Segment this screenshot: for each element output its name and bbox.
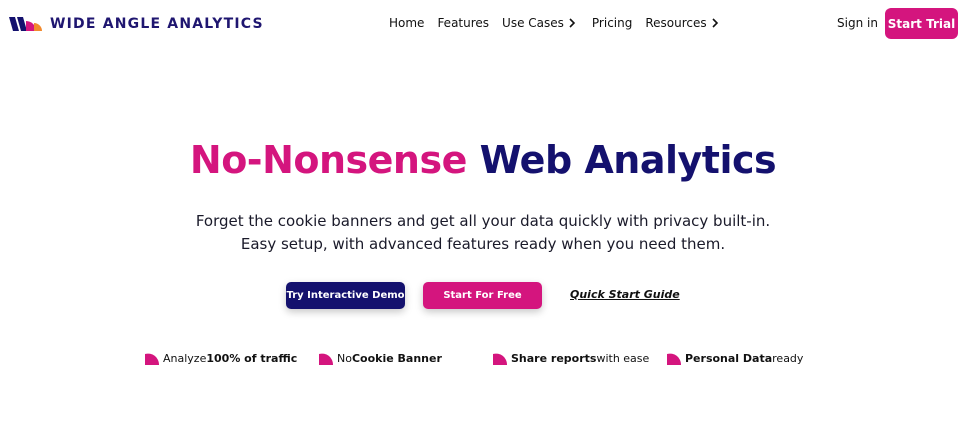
- feature-text-bold: 100% of traffic: [206, 351, 298, 365]
- feature-text-bold: Personal Data: [685, 351, 773, 365]
- hero-subtitle-line-1: Forget the cookie banners and get all yo…: [195, 212, 771, 230]
- feature-item-cookie-banner: No Cookie Banner: [319, 351, 442, 365]
- nav-item-label: Home: [389, 16, 425, 30]
- chevron-right-icon: [712, 18, 718, 28]
- nav-item-use-cases[interactable]: Use Cases: [502, 16, 576, 30]
- feature-text-bold: Cookie Banner: [351, 351, 442, 365]
- quarter-circle-icon: [667, 353, 681, 365]
- hero-subtitle-line-2: Easy setup, with advanced features ready…: [240, 235, 726, 253]
- feature-item-traffic: Analyze 100% of traffic: [145, 351, 297, 365]
- quarter-circle-icon: [319, 353, 333, 365]
- feature-item-share-reports: Share reports with ease: [493, 351, 649, 365]
- start-free-button[interactable]: Start For Free: [423, 282, 542, 309]
- logo-mark-icon: [9, 17, 42, 31]
- headline-navy-part: Web Analytics: [479, 138, 777, 182]
- top-nav: WIDE ANGLE ANALYTICS Home Features Use C…: [0, 0, 966, 46]
- brand-name: WIDE ANGLE ANALYTICS: [50, 16, 264, 32]
- feature-text-post: with ease: [596, 351, 650, 365]
- feature-text-pre: Analyze: [163, 351, 207, 365]
- feature-text-bold: Share reports: [511, 351, 597, 365]
- nav-item-label: Features: [437, 16, 490, 30]
- nav-item-label: Use Cases: [502, 16, 564, 30]
- chevron-right-icon: [569, 18, 576, 28]
- nav-item-label: Resources: [645, 16, 707, 30]
- feature-text-post: ready: [772, 351, 804, 365]
- try-demo-button[interactable]: Try Interactive Demo: [286, 282, 405, 309]
- nav-item-resources[interactable]: Resources: [645, 16, 718, 30]
- nav-item-pricing[interactable]: Pricing: [592, 16, 632, 30]
- nav-item-label: Pricing: [591, 16, 633, 30]
- feature-item-personal-data: Personal Data ready: [667, 351, 803, 365]
- nav-item-features[interactable]: Features: [437, 16, 489, 30]
- main-menu: Home Features Use Cases Pricing Resource…: [389, 16, 719, 30]
- hero-headline: No-Nonsense Web Analytics: [0, 138, 966, 182]
- sign-in-link[interactable]: Sign in: [837, 16, 878, 30]
- logo[interactable]: WIDE ANGLE ANALYTICS: [9, 16, 264, 32]
- quick-start-guide-link[interactable]: Quick Start Guide: [570, 288, 680, 301]
- quarter-circle-icon: [493, 353, 507, 365]
- nav-item-home[interactable]: Home: [389, 16, 424, 30]
- feature-text-pre: No: [337, 351, 352, 365]
- quarter-circle-icon: [145, 353, 159, 365]
- start-trial-button[interactable]: Start Trial: [885, 8, 958, 39]
- headline-pink-part: No-Nonsense: [189, 138, 467, 182]
